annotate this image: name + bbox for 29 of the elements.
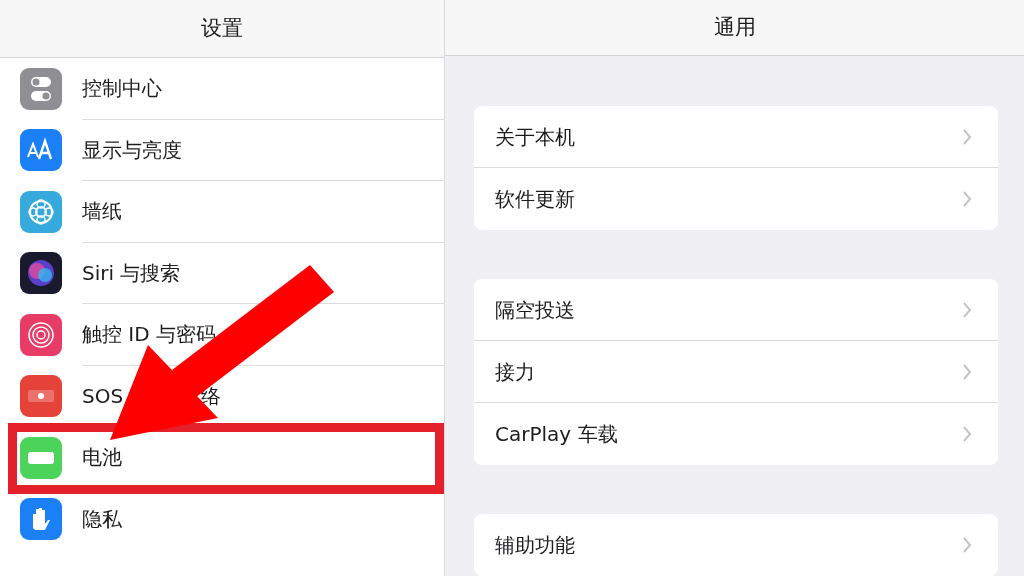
toggles-icon [20,67,62,110]
fingerprint-icon [20,313,62,356]
settings-row[interactable]: 隔空投送 [474,279,998,341]
chevron-icon [962,127,972,146]
settings-row[interactable]: 关于本机 [474,106,998,168]
orb-icon [20,252,62,295]
chevron-icon [962,362,972,381]
settings-row[interactable]: 接力 [474,341,998,403]
title: 设置 [201,14,243,42]
settings-row[interactable]: 软件更新 [474,168,998,230]
settings-row[interactable]: CarPlay 车载 [474,403,998,465]
battery-icon [20,436,62,479]
chevron-icon [962,425,972,443]
item-label[interactable]: Siri 与搜索 [82,257,181,288]
sos-icon [20,375,62,418]
chevron-icon [962,536,972,554]
item-label[interactable]: SOS [82,380,124,411]
flower-icon [20,190,62,233]
item-label[interactable]: 墙纸 [82,196,122,227]
item-label[interactable]: 隐私 [82,504,122,535]
settings-row[interactable]: 辅助功能 [474,514,998,576]
chevron-icon [962,190,972,208]
item-label[interactable]: 电池 [82,442,122,473]
letters-icon [20,129,62,172]
title: 通用 [713,13,756,41]
item-label[interactable]: 显示与亮度 [82,134,182,165]
item-label[interactable]: 控制中心 [82,73,162,104]
chevron-icon [962,300,972,319]
hand-icon [20,498,62,541]
